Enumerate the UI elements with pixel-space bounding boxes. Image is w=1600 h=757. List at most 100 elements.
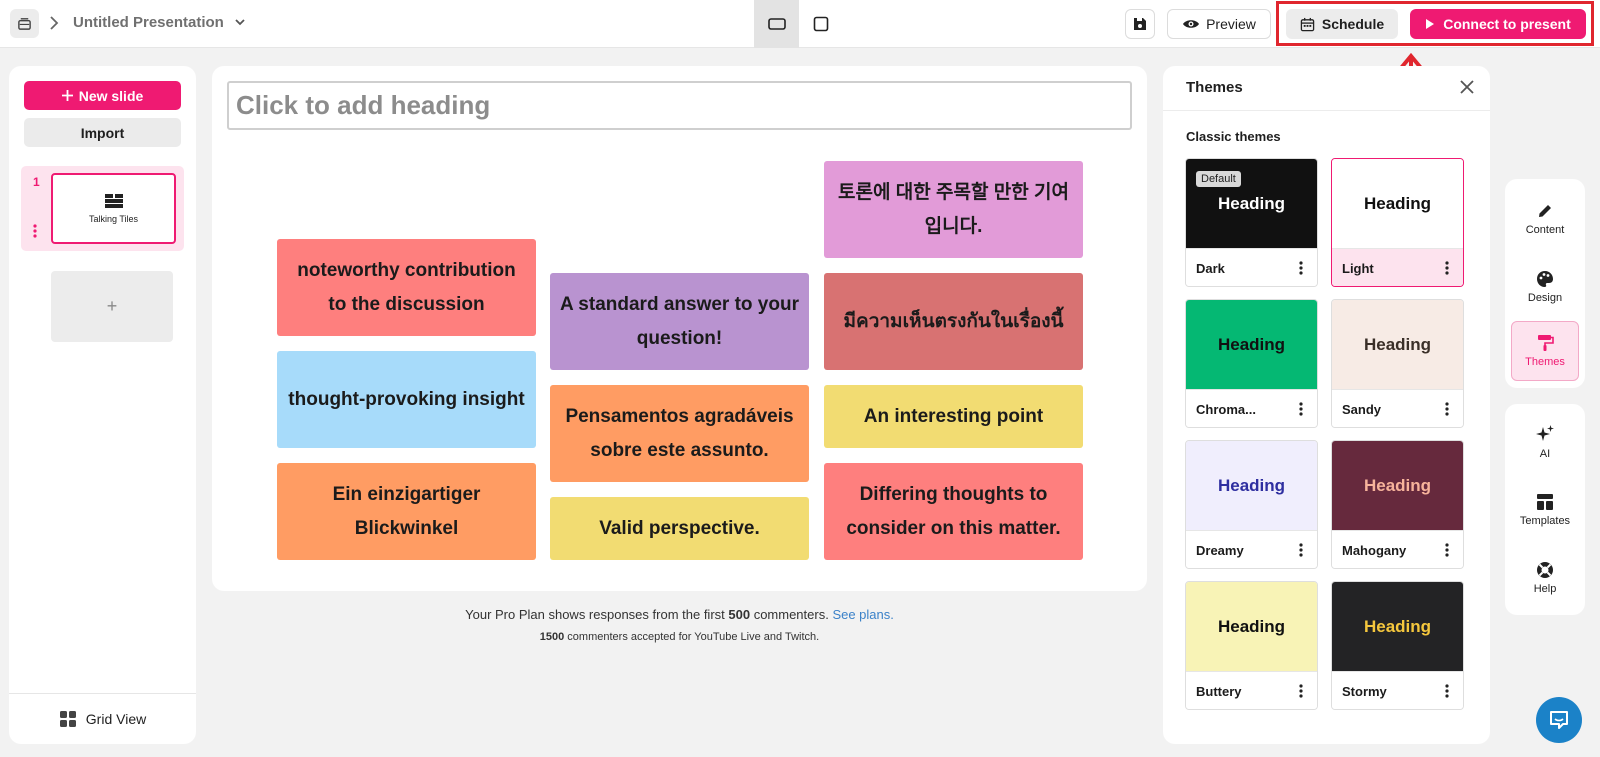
close-icon[interactable] bbox=[1460, 80, 1474, 99]
theme-card-footer: Sandy bbox=[1332, 389, 1463, 427]
sparkle-icon bbox=[1536, 425, 1554, 441]
widescreen-ratio-button[interactable] bbox=[754, 0, 799, 48]
presentation-title[interactable]: Untitled Presentation bbox=[73, 14, 224, 31]
theme-preview[interactable]: Heading bbox=[1332, 582, 1463, 671]
rail-templates-button[interactable]: Templates bbox=[1511, 480, 1579, 540]
theme-heading-sample: Heading bbox=[1217, 475, 1286, 495]
tile-valid-perspective: Valid perspective. bbox=[550, 497, 809, 560]
commenters-note: 1500 commenters accepted for YouTube Liv… bbox=[212, 631, 1147, 643]
theme-card[interactable]: Heading Sandy bbox=[1331, 299, 1464, 428]
preview-button[interactable]: Preview bbox=[1167, 9, 1271, 39]
rail-content-button[interactable]: Content bbox=[1511, 189, 1579, 249]
slide-canvas: Click to add heading 토론에 대한 주목할 만한 기여입니다… bbox=[212, 66, 1147, 591]
import-button[interactable]: Import bbox=[24, 118, 181, 147]
tile-interesting-point: An interesting point bbox=[824, 385, 1083, 448]
plan-note-text: Your Pro Plan shows responses from the f… bbox=[465, 607, 729, 622]
rail-templates-label: Templates bbox=[1519, 515, 1571, 527]
slide-list-item[interactable]: 1 Talking Tiles bbox=[21, 166, 184, 251]
theme-card[interactable]: Heading Dreamy bbox=[1185, 440, 1318, 569]
chevron-down-icon[interactable] bbox=[234, 15, 246, 34]
theme-card-footer: Chroma... bbox=[1186, 389, 1317, 427]
grid-view-button[interactable]: Grid View bbox=[9, 693, 196, 744]
tile-text: thought-provoking insight bbox=[288, 388, 525, 410]
more-options-icon[interactable] bbox=[1299, 543, 1303, 562]
rail-themes-button[interactable]: Themes bbox=[1511, 321, 1579, 381]
rail-ai-label: AI bbox=[1539, 448, 1551, 460]
classic-themes-label: Classic themes bbox=[1186, 129, 1281, 144]
more-options-icon[interactable] bbox=[1299, 261, 1303, 280]
chat-support-button[interactable] bbox=[1536, 697, 1582, 743]
commenters-count: 1500 bbox=[539, 631, 565, 643]
theme-card-footer: Buttery bbox=[1186, 671, 1317, 709]
heading-input[interactable]: Click to add heading bbox=[227, 81, 1132, 130]
square-ratio-button[interactable] bbox=[798, 0, 843, 48]
more-options-icon[interactable] bbox=[1299, 684, 1303, 703]
theme-preview[interactable]: Heading bbox=[1332, 300, 1463, 389]
more-options-icon[interactable] bbox=[33, 224, 37, 243]
add-slide-placeholder[interactable]: + bbox=[51, 271, 173, 342]
new-slide-button[interactable]: New slide bbox=[24, 81, 181, 110]
tile-standard-answer: A standard answer to your question! bbox=[550, 273, 809, 370]
pencil-icon bbox=[1539, 205, 1551, 217]
eye-icon bbox=[1183, 20, 1200, 28]
theme-name: Dreamy bbox=[1196, 543, 1244, 558]
slide-thumbnail[interactable]: Talking Tiles bbox=[51, 173, 176, 244]
theme-name: Dark bbox=[1196, 261, 1225, 276]
tile-text: A standard answer to your question! bbox=[560, 293, 799, 349]
theme-card-footer: Stormy bbox=[1332, 671, 1463, 709]
theme-card[interactable]: Heading Stormy bbox=[1331, 581, 1464, 710]
see-plans-link[interactable]: See plans. bbox=[832, 607, 893, 622]
theme-name: Light bbox=[1342, 261, 1374, 276]
theme-card[interactable]: Heading Light bbox=[1331, 158, 1464, 287]
theme-preview[interactable]: Heading bbox=[1332, 159, 1463, 248]
lifebuoy-icon bbox=[1537, 562, 1553, 578]
rail-design-button[interactable]: Design bbox=[1511, 257, 1579, 317]
theme-heading-sample: Heading bbox=[1217, 616, 1286, 636]
more-options-icon[interactable] bbox=[1445, 402, 1449, 421]
rail-design-label: Design bbox=[1527, 292, 1563, 304]
more-options-icon[interactable] bbox=[1445, 684, 1449, 703]
more-options-icon[interactable] bbox=[1445, 261, 1449, 280]
theme-card-footer: Dreamy bbox=[1186, 530, 1317, 568]
more-options-icon[interactable] bbox=[1299, 402, 1303, 421]
save-button[interactable] bbox=[1125, 9, 1155, 39]
tile-thought-provoking: thought-provoking insight bbox=[277, 351, 536, 448]
rail-help-button[interactable]: Help bbox=[1511, 548, 1579, 608]
presentation-stack-icon bbox=[18, 18, 31, 30]
right-rail-secondary: AI Templates Help bbox=[1505, 404, 1585, 615]
theme-card[interactable]: Heading Chroma... bbox=[1185, 299, 1318, 428]
more-options-icon[interactable] bbox=[1445, 543, 1449, 562]
theme-heading-sample: Heading bbox=[1363, 616, 1432, 636]
plus-icon bbox=[61, 90, 73, 101]
theme-preview[interactable]: Heading bbox=[1186, 300, 1317, 389]
grid-icon bbox=[59, 711, 76, 727]
theme-preview[interactable]: Heading bbox=[1186, 582, 1317, 671]
plan-note-text-end: commenters. bbox=[750, 607, 833, 622]
commenters-note-text: commenters accepted for YouTube Live and… bbox=[564, 631, 820, 643]
slide-thumbnail-label: Talking Tiles bbox=[88, 214, 139, 224]
theme-preview[interactable]: Heading bbox=[1186, 441, 1317, 530]
theme-preview[interactable]: Heading bbox=[1332, 441, 1463, 530]
tile-text: Differing thoughts to consider on this m… bbox=[846, 483, 1061, 539]
home-button[interactable] bbox=[10, 9, 39, 38]
rail-ai-button[interactable]: AI bbox=[1511, 412, 1579, 472]
plan-note: Your Pro Plan shows responses from the f… bbox=[212, 607, 1147, 622]
theme-card[interactable]: Heading Mahogany bbox=[1331, 440, 1464, 569]
themes-title: Themes bbox=[1186, 79, 1243, 96]
widescreen-icon bbox=[767, 18, 786, 30]
palette-icon bbox=[1537, 271, 1553, 287]
right-rail-primary: Content Design Themes bbox=[1505, 179, 1585, 388]
theme-name: Buttery bbox=[1196, 684, 1242, 699]
theme-card[interactable]: Heading Buttery bbox=[1185, 581, 1318, 710]
tile-thai: มีความเห็นตรงกันในเรื่องนี้ bbox=[824, 273, 1083, 370]
tile-text: An interesting point bbox=[863, 405, 1044, 427]
theme-card[interactable]: Heading Default Dark bbox=[1185, 158, 1318, 287]
new-slide-label: New slide bbox=[78, 87, 144, 104]
breadcrumb-chevron-icon bbox=[49, 13, 63, 33]
theme-preview[interactable]: Heading Default bbox=[1186, 159, 1317, 248]
talking-tiles-icon bbox=[104, 194, 123, 208]
themes-header: Themes bbox=[1163, 66, 1490, 111]
top-bar: Untitled Presentation Preview Schedule C… bbox=[0, 0, 1600, 48]
tile-portuguese: Pensamentos agradáveis sobre este assunt… bbox=[550, 385, 809, 482]
tile-text: 토론에 대한 주목할 만한 기여입니다. bbox=[838, 181, 1069, 237]
